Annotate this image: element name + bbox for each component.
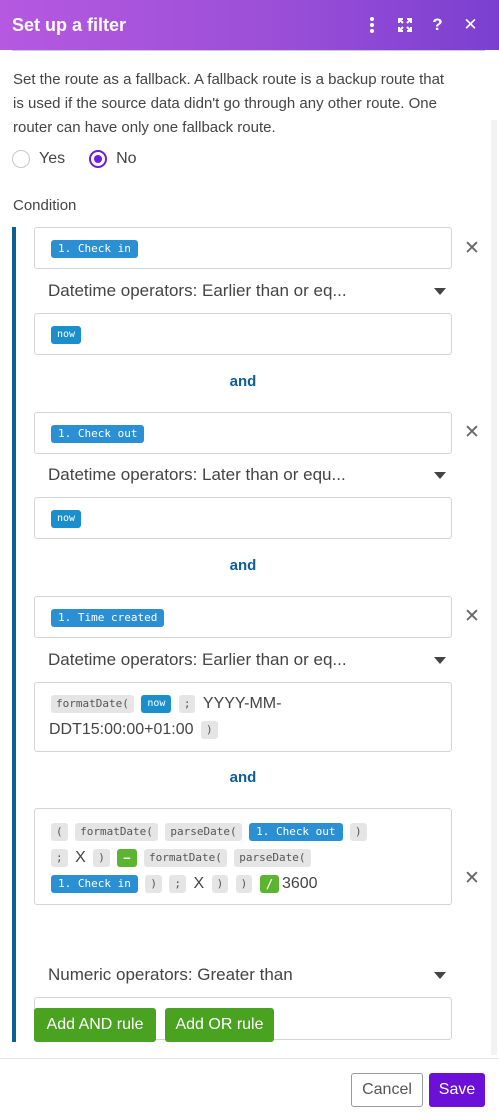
condition-3-operator[interactable]: Datetime operators: Earlier than or eq..… [48,648,448,672]
open-paren: ( [51,822,68,841]
condition-3-operator-label: Datetime operators: Earlier than or eq..… [48,650,347,669]
radio-yes-label: Yes [39,150,66,167]
format-date-function[interactable]: formatDate( [143,849,227,867]
help-icon[interactable]: ? [421,10,454,40]
time-created-tag[interactable]: 1. Time created [51,609,165,627]
parse-date-function[interactable]: parseDate( [165,822,242,841]
radio-no-circle[interactable] [89,150,108,168]
condition-1-value[interactable]: now [34,313,452,355]
chevron-down-icon [434,656,446,664]
divisor-number: 3600 [281,875,318,893]
condition-group: 1. Check in ✕ Datetime operators: Earlie… [12,227,482,1042]
format-date-function[interactable]: formatDate( [75,822,158,841]
condition-2-operator-label: Datetime operators: Later than or equ... [48,465,346,484]
condition-4-field[interactable]: ( formatDate( parseDate( 1. Check out ) … [34,808,452,905]
and-label: and [229,557,257,574]
close-paren: ) [93,849,110,867]
condition-3-field[interactable]: 1. Time created [34,596,452,638]
check-out-tag[interactable]: 1. Check out [249,822,343,841]
add-or-rule-button[interactable]: Add OR rule [165,1008,274,1042]
remove-condition-4-icon[interactable]: ✕ [463,869,481,888]
chevron-down-icon [434,287,446,295]
minus-operator[interactable]: − [117,849,137,867]
radio-no[interactable]: No [89,150,137,168]
condition-group-bar [12,227,16,1042]
separator: ; [169,875,187,894]
modal-title: Set up a filter [12,14,127,35]
now-tag[interactable]: now [51,510,82,528]
condition-2-value[interactable]: now [34,497,452,539]
format-x: X [75,849,86,866]
save-button[interactable]: Save [429,1073,485,1107]
fallback-radio-group: Yes No [12,150,161,168]
radio-yes[interactable]: Yes [12,150,65,168]
modal-footer: Cancel Save [0,1058,499,1120]
radio-no-label: No [116,150,137,167]
add-and-rule-button[interactable]: Add AND rule [34,1008,156,1042]
format-x: X [193,875,205,893]
separator: ; [178,695,196,713]
now-tag[interactable]: now [141,695,172,713]
condition-1-operator[interactable]: Datetime operators: Earlier than or eq..… [48,279,448,303]
condition-1-operator-label: Datetime operators: Earlier than or eq..… [48,281,347,300]
divider [12,50,485,51]
format-string-cont: DDT15:00:00+01:00 [49,721,194,739]
parse-date-function[interactable]: parseDate( [234,849,311,867]
remove-condition-3-icon[interactable]: ✕ [463,607,481,626]
close-paren: ) [350,822,367,841]
chevron-down-icon [434,471,446,479]
divide-operator[interactable]: / [259,875,279,894]
condition-1-field[interactable]: 1. Check in [34,227,452,269]
remove-condition-2-icon[interactable]: ✕ [463,423,481,442]
format-date-function[interactable]: formatDate( [51,695,134,713]
remove-condition-1-icon[interactable]: ✕ [463,239,481,258]
now-tag[interactable]: now [51,326,82,344]
cancel-button[interactable]: Cancel [351,1073,423,1107]
condition-2-field[interactable]: 1. Check out [34,412,452,454]
and-label: and [229,769,257,786]
expand-icon[interactable] [388,10,421,40]
close-paren: ) [201,721,218,740]
close-paren: ) [145,875,162,894]
check-in-tag[interactable]: 1. Check in [51,240,138,258]
condition-4-operator[interactable]: Numeric operators: Greater than [48,963,448,987]
more-options-icon[interactable] [355,10,388,40]
condition-3-value[interactable]: formatDate( now ; YYYY-MM- DDT15:00:00+0… [34,682,452,752]
close-paren: ) [211,875,229,894]
separator: ; [51,849,68,867]
close-paren: ) [235,875,253,894]
condition-4-operator-label: Numeric operators: Greater than [48,965,293,984]
chevron-down-icon [434,971,446,979]
scrollbar[interactable] [491,120,497,1055]
close-icon[interactable]: ✕ [454,10,487,40]
modal-header: Set up a filter ? ✕ [0,0,499,50]
condition-label: Condition [13,197,77,214]
check-out-tag[interactable]: 1. Check out [51,425,145,443]
format-string: YYYY-MM- [202,695,282,712]
and-label: and [229,373,257,390]
check-in-tag[interactable]: 1. Check in [51,875,138,894]
fallback-description: Set the route as a fallback. A fallback … [13,71,445,136]
modal-body: Set the route as a fallback. A fallback … [0,50,499,1058]
condition-2-operator[interactable]: Datetime operators: Later than or equ... [48,463,448,487]
radio-yes-circle[interactable] [12,150,30,168]
